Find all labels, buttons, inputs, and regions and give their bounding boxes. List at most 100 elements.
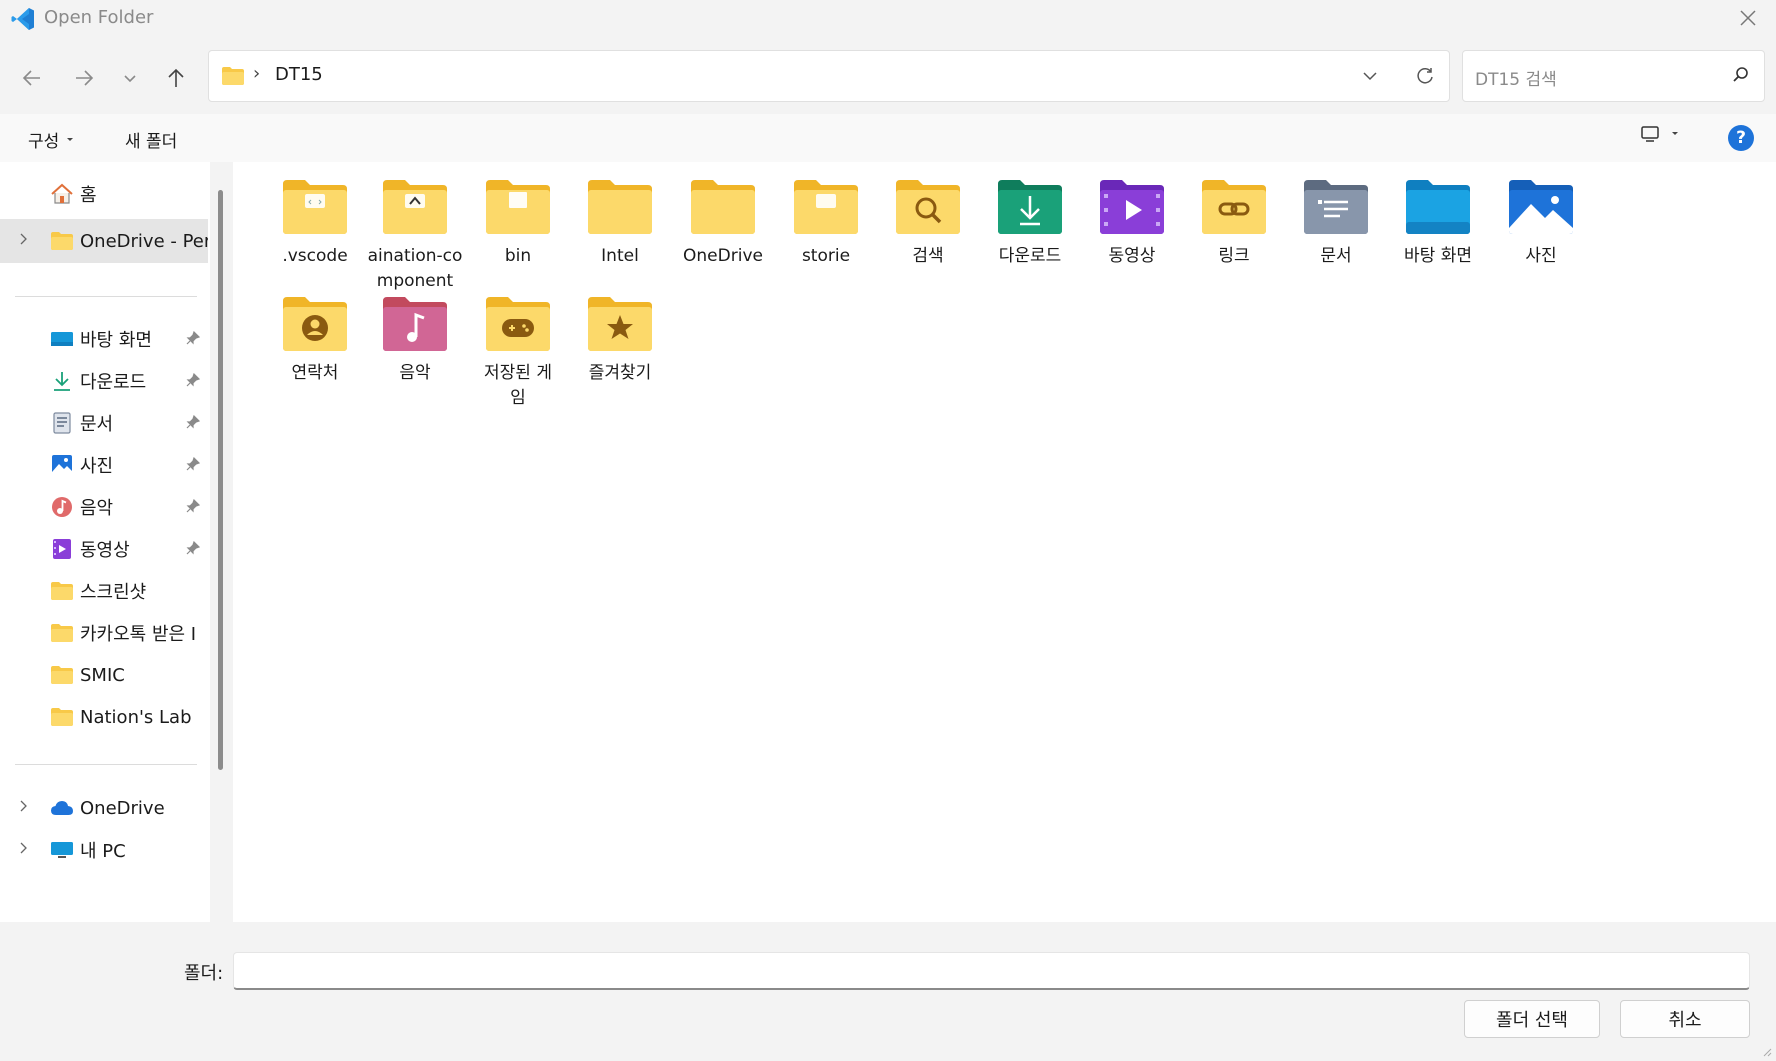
folder-item[interactable]: 연락처 xyxy=(259,293,371,386)
links-folder-icon xyxy=(1198,176,1270,240)
sidebar-scrollbar[interactable] xyxy=(218,190,223,770)
folder-item[interactable]: 문서 xyxy=(1280,176,1392,269)
folder-item[interactable]: 즐겨찾기 xyxy=(564,293,676,386)
folder-item[interactable]: 저장된 게 임 xyxy=(462,293,574,411)
pin-icon[interactable] xyxy=(186,329,201,350)
folder-icon xyxy=(50,622,74,644)
folder-icon xyxy=(584,176,656,240)
sidebar-item-screenshots[interactable]: 스크린샷 xyxy=(0,569,208,613)
new-folder-label: 새 폴더 xyxy=(125,132,178,152)
folder-icon xyxy=(50,706,74,728)
sidebar-item-label: 홈 xyxy=(80,185,97,206)
sidebar-item-music[interactable]: 음악 xyxy=(0,485,208,529)
folder-item[interactable]: OneDrive xyxy=(667,176,779,269)
up-button[interactable] xyxy=(158,60,194,96)
sidebar-item-label: OneDrive xyxy=(80,797,165,819)
refresh-button[interactable] xyxy=(1409,61,1441,91)
navigation-bar: › DT15 DT15 검색 xyxy=(0,40,1776,114)
folder-item[interactable]: .vscode xyxy=(259,176,371,269)
cancel-button[interactable]: 취소 xyxy=(1620,1000,1750,1038)
folder-item[interactable]: storie xyxy=(770,176,882,269)
caret-down-icon xyxy=(67,137,74,141)
sidebar-item-nations-lab[interactable]: Nation's Lab xyxy=(0,695,208,739)
search-box[interactable]: DT15 검색 xyxy=(1462,50,1765,102)
sidebar-item-onedrive-personal[interactable]: OneDrive - Pers xyxy=(0,219,208,263)
folder-item[interactable]: 링크 xyxy=(1178,176,1290,269)
sidebar-item-downloads[interactable]: 다운로드 xyxy=(0,359,208,403)
sidebar-item-kakaotalk[interactable]: 카카오톡 받은 I xyxy=(0,611,208,655)
sidebar-item-desktop[interactable]: 바탕 화면 xyxy=(0,317,208,361)
command-bar: 구성 새 폴더 ? xyxy=(0,114,1776,162)
folder-item[interactable]: 다운로드 xyxy=(974,176,1086,269)
item-label: Intel xyxy=(601,246,639,266)
file-list: .vscode aination-co mponent bin Intel On… xyxy=(233,162,1776,922)
sidebar-item-home[interactable]: 홈 xyxy=(0,172,208,216)
favorites-folder-icon xyxy=(584,293,656,357)
chevron-right-icon[interactable] xyxy=(18,842,28,858)
forward-button[interactable] xyxy=(66,60,102,96)
folder-item[interactable]: 검색 xyxy=(872,176,984,269)
view-options-button[interactable] xyxy=(1640,124,1680,144)
cloud-icon xyxy=(50,797,74,819)
sidebar-item-this-pc[interactable]: 내 PC xyxy=(0,828,208,872)
item-label: 사진 xyxy=(1525,246,1557,266)
organize-button[interactable]: 구성 xyxy=(28,127,75,152)
folder-name-input[interactable] xyxy=(233,952,1750,990)
chevron-down-icon xyxy=(1363,72,1377,81)
item-label: 저장된 게 임 xyxy=(484,363,552,408)
videos-folder-icon xyxy=(1096,176,1168,240)
sidebar-item-label: 다운로드 xyxy=(80,372,147,393)
close-button[interactable] xyxy=(1720,0,1776,36)
contacts-folder-icon xyxy=(279,293,351,357)
sidebar-item-onedrive[interactable]: OneDrive xyxy=(0,786,208,830)
sidebar-item-label: 카카오톡 받은 I xyxy=(80,624,197,645)
address-bar[interactable]: › DT15 xyxy=(208,50,1450,102)
item-label: 음악 xyxy=(399,363,431,383)
folder-field-label: 폴더: xyxy=(184,963,224,984)
pin-icon[interactable] xyxy=(186,497,201,518)
back-button[interactable] xyxy=(14,60,50,96)
sidebar-item-documents[interactable]: 문서 xyxy=(0,401,208,445)
address-history-button[interactable] xyxy=(1354,61,1386,91)
new-folder-button[interactable]: 새 폴더 xyxy=(125,127,177,152)
help-button[interactable]: ? xyxy=(1728,125,1754,151)
select-folder-button[interactable]: 폴더 선택 xyxy=(1464,1000,1600,1038)
downloads-folder-icon xyxy=(994,176,1066,240)
pin-icon[interactable] xyxy=(186,413,201,434)
folder-item[interactable]: Intel xyxy=(564,176,676,269)
pin-icon[interactable] xyxy=(186,371,201,392)
item-label: 바탕 화면 xyxy=(1404,246,1472,266)
folder-item[interactable]: 음악 xyxy=(359,293,471,386)
arrow-up-icon xyxy=(168,68,184,87)
folder-icon xyxy=(221,66,245,90)
folder-icon xyxy=(50,664,74,686)
search-folder-icon xyxy=(892,176,964,240)
resize-grip-icon[interactable] xyxy=(1760,1045,1772,1057)
search-icon[interactable] xyxy=(1732,66,1750,88)
pin-icon[interactable] xyxy=(186,455,201,476)
search-input[interactable]: DT15 검색 xyxy=(1475,65,1557,90)
chevron-right-icon[interactable] xyxy=(18,800,28,816)
item-label: aination-co mponent xyxy=(367,246,463,291)
sidebar-item-videos[interactable]: 동영상 xyxy=(0,527,208,571)
folder-item[interactable]: 바탕 화면 xyxy=(1382,176,1494,269)
sidebar-item-pictures[interactable]: 사진 xyxy=(0,443,208,487)
navigation-pane: 홈 OneDrive - Pers 바탕 화면 다운로드 문서 사진 음악 동영… xyxy=(0,162,210,922)
item-label: 링크 xyxy=(1218,246,1250,266)
folder-item[interactable]: bin xyxy=(462,176,574,269)
desktop-folder-icon xyxy=(1402,176,1474,240)
folder-item[interactable]: 사진 xyxy=(1485,176,1597,269)
folder-bin-icon xyxy=(482,176,554,240)
item-label: 연락처 xyxy=(291,363,339,383)
item-label: OneDrive xyxy=(683,246,763,266)
folder-item[interactable]: aination-co mponent xyxy=(359,176,471,294)
pin-icon[interactable] xyxy=(186,539,201,560)
folder-item[interactable]: 동영상 xyxy=(1076,176,1188,269)
divider xyxy=(15,296,197,297)
breadcrumb-dt15[interactable]: DT15 xyxy=(275,64,323,85)
recent-locations-button[interactable] xyxy=(112,60,148,96)
item-label: 문서 xyxy=(1320,246,1352,266)
chevron-right-icon[interactable] xyxy=(18,233,28,249)
documents-icon xyxy=(50,412,74,434)
sidebar-item-smic[interactable]: SMIC xyxy=(0,653,208,697)
